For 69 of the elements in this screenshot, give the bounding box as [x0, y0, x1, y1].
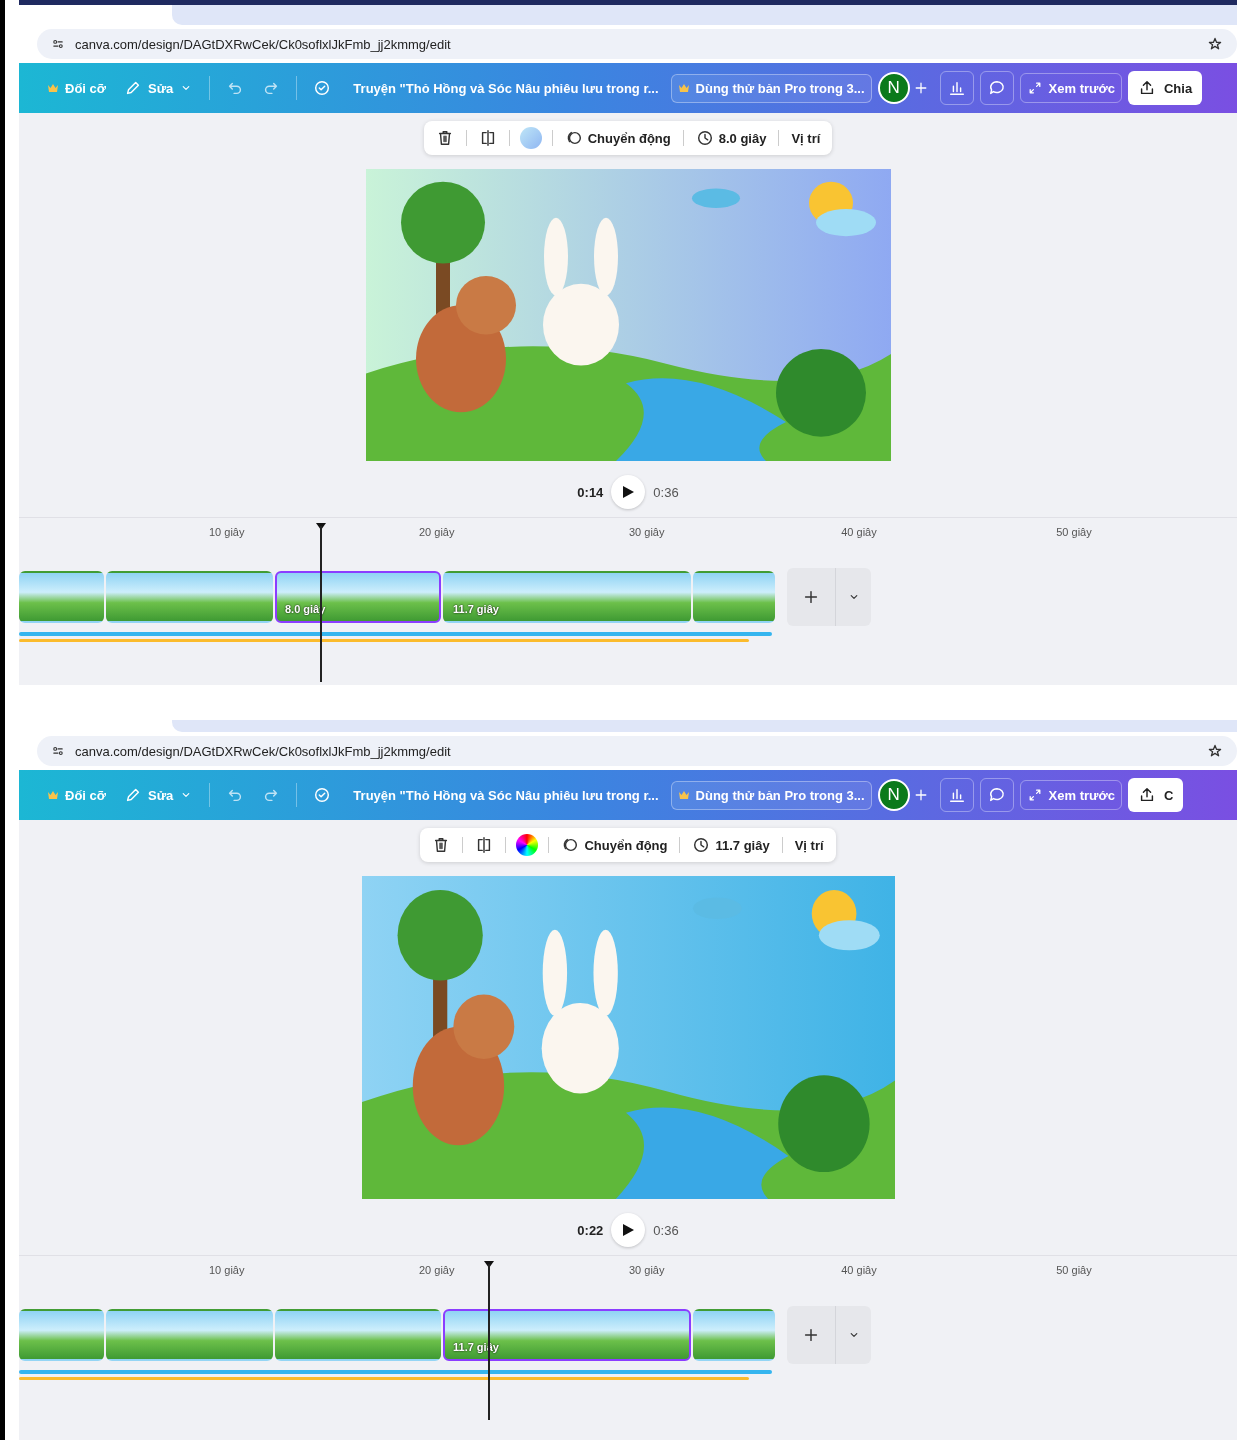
play-icon: [621, 485, 636, 499]
comment-button[interactable]: [979, 71, 1014, 105]
insights-button[interactable]: [939, 778, 974, 812]
video-clip[interactable]: [106, 571, 273, 623]
comment-button[interactable]: [979, 778, 1014, 812]
ruler-label: 20 giây: [419, 526, 455, 538]
video-clip[interactable]: [693, 1309, 775, 1361]
share-button[interactable]: C: [1127, 778, 1184, 812]
color-swatch[interactable]: [519, 127, 542, 149]
play-icon: [621, 1223, 636, 1237]
site-settings-icon: [51, 744, 65, 758]
cloud-check-icon: [313, 786, 332, 804]
design-title[interactable]: Truyện "Thỏ Hồng và Sóc Nâu phiêu lưu trong r...: [347, 781, 665, 809]
crown-icon: [47, 83, 59, 93]
total-time: 0:36: [653, 1222, 679, 1238]
preview-button[interactable]: Xem trước: [1019, 780, 1122, 810]
duration-button[interactable]: 8.0 giây: [693, 127, 769, 149]
current-time: 0:22: [577, 1222, 604, 1238]
clip-duration: 11.7 giây: [453, 603, 499, 615]
star-icon: [1207, 743, 1223, 759]
animation-icon: [561, 836, 580, 854]
user-avatar[interactable]: N: [877, 72, 910, 104]
plus-icon: [802, 588, 820, 606]
clock-icon: [692, 836, 711, 854]
position-button[interactable]: Vị trí: [789, 128, 823, 148]
pro-trial-button[interactable]: Dùng thử bản Pro trong 3...: [670, 780, 872, 810]
ruler-label: 40 giây: [840, 526, 878, 538]
comment-icon: [987, 79, 1006, 97]
ruler-label: 20 giây: [419, 1264, 455, 1276]
bar-chart-icon: [947, 786, 966, 804]
ruler-label: 30 giây: [629, 1264, 665, 1276]
ruler-label: 10 giây: [209, 1264, 245, 1276]
user-avatar[interactable]: N: [877, 779, 910, 811]
crown-icon: [677, 790, 690, 800]
ruler-label: 50 giây: [1055, 1264, 1093, 1276]
animate-button[interactable]: Chuyển động: [562, 127, 673, 149]
bar-chart-icon: [947, 79, 966, 97]
clock-icon: [695, 129, 714, 147]
total-time: 0:36: [653, 484, 679, 500]
play-button[interactable]: [611, 475, 646, 509]
ruler-label: 40 giây: [840, 1264, 878, 1276]
insights-button[interactable]: [939, 71, 974, 105]
current-time: 0:14: [577, 484, 604, 500]
share-button[interactable]: Chia: [1127, 71, 1203, 105]
crown-icon: [677, 83, 690, 93]
video-clip[interactable]: [19, 1309, 104, 1361]
plus-icon: [802, 1326, 820, 1344]
pro-trial-button[interactable]: Dùng thử bản Pro trong 3...: [670, 73, 872, 103]
design-title[interactable]: Truyện "Thỏ Hồng và Sóc Nâu phiêu lưu trong r...: [347, 74, 665, 102]
video-clip[interactable]: [106, 1309, 273, 1361]
site-settings-icon: [51, 37, 65, 51]
animate-button[interactable]: Chuyển động: [559, 834, 670, 856]
video-clip[interactable]: [19, 571, 104, 623]
position-button[interactable]: Vị trí: [792, 835, 826, 855]
color-swatch[interactable]: [516, 834, 539, 856]
star-icon: [1207, 36, 1223, 52]
ruler-label: 50 giây: [1055, 526, 1093, 538]
ruler-label: 30 giây: [629, 526, 665, 538]
video-clip[interactable]: [693, 571, 775, 623]
crown-icon: [47, 790, 59, 800]
video-clip[interactable]: [275, 1309, 441, 1361]
cloud-check-icon: [313, 79, 332, 97]
play-button[interactable]: [611, 1213, 646, 1247]
preview-button[interactable]: Xem trước: [1019, 73, 1122, 103]
ruler-label: 10 giây: [209, 526, 245, 538]
duration-button[interactable]: 11.7 giây: [690, 834, 772, 856]
address-bar[interactable]: canva.com/design/DAGtDXRwCek/Ck0soflxlJkFmb_jj2kmmg/edit: [37, 29, 1237, 59]
comment-icon: [987, 786, 1006, 804]
address-bar[interactable]: canva.com/design/DAGtDXRwCek/Ck0soflxlJkFmb_jj2kmmg/edit: [37, 736, 1237, 766]
